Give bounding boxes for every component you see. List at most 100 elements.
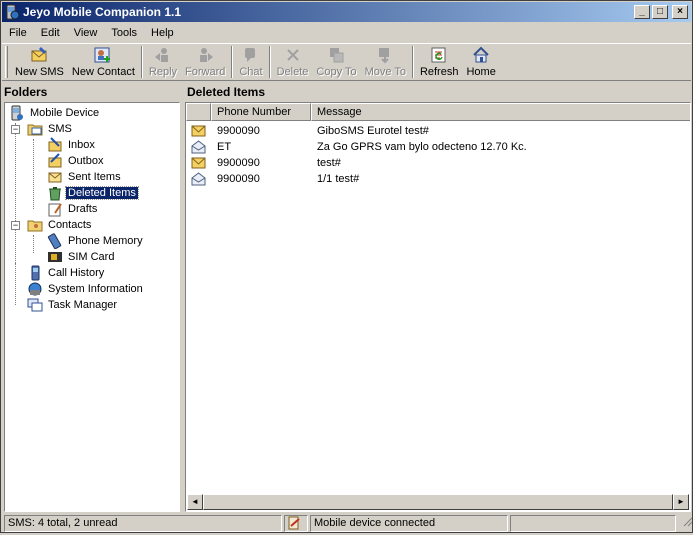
deleted-items-icon	[49, 187, 61, 201]
window-title: Jeyo Mobile Companion 1.1	[23, 5, 182, 19]
title-bar[interactable]: Jeyo Mobile Companion 1.1 _ □ ×	[2, 2, 691, 22]
close-button[interactable]: ×	[672, 5, 688, 19]
home-button[interactable]: Home	[462, 44, 499, 80]
tree-item-inbox[interactable]: Inbox	[47, 137, 97, 153]
tree-item-sent-items[interactable]: Sent Items	[47, 169, 123, 185]
resize-grip[interactable]	[678, 515, 693, 532]
toolbar-separator	[268, 46, 271, 78]
scroll-right-button[interactable]: ►	[673, 494, 689, 510]
connection-status: Mobile device connected	[310, 515, 508, 532]
reply-button[interactable]: Reply	[145, 44, 181, 80]
scroll-left-button[interactable]: ◄	[187, 494, 203, 510]
tree-line	[15, 263, 16, 305]
tree-item-sim-card[interactable]: SIM Card	[47, 249, 116, 265]
table-row[interactable]: 9900090 test#	[186, 154, 666, 171]
message-cell: GiboSMS Eurotel test#	[317, 124, 429, 137]
table-row[interactable]: 9900090 1/1 test#	[186, 170, 666, 187]
sms-collapse-toggle[interactable]: −	[11, 125, 20, 134]
tree-label: SMS	[48, 123, 72, 135]
table-row[interactable]: ET Za Go GPRS vam bylo odecteno 12.70 Kc…	[186, 138, 666, 155]
toolbar: New SMS New Contact Reply Forward Chat D…	[2, 43, 691, 81]
outbox-icon	[48, 153, 62, 168]
connection-icon	[288, 516, 300, 530]
tree-line	[33, 139, 34, 209]
mobile-device-icon	[11, 105, 23, 121]
tree-item-drafts[interactable]: Drafts	[47, 201, 99, 217]
menu-file[interactable]: File	[2, 27, 34, 39]
folders-header: Folders	[4, 85, 48, 99]
refresh-label: Refresh	[419, 66, 459, 78]
chat-label: Chat	[239, 66, 263, 78]
tree-item-sms[interactable]: SMS	[27, 121, 74, 137]
new-contact-label: New Contact	[71, 66, 135, 78]
move-to-icon	[379, 48, 390, 64]
new-sms-button[interactable]: New SMS	[11, 44, 68, 80]
chat-button[interactable]: Chat	[235, 44, 266, 80]
refresh-button[interactable]: Refresh	[416, 44, 463, 80]
scroll-thumb[interactable]	[203, 494, 673, 510]
status-panel-empty	[510, 515, 676, 532]
tree-label: Task Manager	[48, 299, 118, 311]
reply-icon	[154, 48, 168, 62]
horizontal-scrollbar[interactable]: ◄ ►	[187, 494, 689, 510]
tree-item-deleted-items[interactable]: Deleted Items	[47, 185, 139, 201]
forward-label: Forward	[185, 66, 226, 78]
new-contact-button[interactable]: New Contact	[68, 44, 139, 80]
table-row[interactable]: 9900090 GiboSMS Eurotel test#	[186, 122, 666, 139]
tree-item-outbox[interactable]: Outbox	[47, 153, 105, 169]
tree-label: Deleted Items	[65, 186, 139, 200]
tree-label: System Information	[48, 283, 143, 295]
message-list: Phone Number Message 9900090 GiboSMS Eur…	[185, 102, 691, 512]
read-message-icon	[191, 171, 206, 185]
move-to-button[interactable]: Move To	[361, 44, 410, 80]
tree-item-phone-memory[interactable]: Phone Memory	[47, 233, 145, 249]
sms-count-status: SMS: 4 total, 2 unread	[4, 515, 282, 532]
toolbar-separator	[411, 46, 414, 78]
unread-message-icon	[191, 125, 206, 136]
message-cell: Za Go GPRS vam bylo odecteno 12.70 Kc.	[317, 140, 527, 153]
delete-icon	[286, 49, 299, 61]
copy-to-button[interactable]: Copy To	[312, 44, 360, 80]
tree-item-mobile-device[interactable]: Mobile Device	[9, 105, 101, 121]
phone-number-cell: 9900090	[217, 124, 260, 137]
menu-view[interactable]: View	[67, 27, 105, 39]
tree-label: Mobile Device	[30, 107, 100, 119]
tree-item-system-information[interactable]: System Information	[27, 281, 145, 297]
phone-number-column-header[interactable]: Phone Number	[211, 103, 311, 121]
tree-label: Inbox	[68, 139, 95, 151]
tree-label: Call History	[48, 267, 105, 279]
home-label: Home	[466, 66, 496, 78]
move-to-label: Move To	[364, 66, 406, 78]
tree-item-task-manager[interactable]: Task Manager	[27, 297, 119, 313]
menu-tools[interactable]: Tools	[104, 27, 144, 39]
phone-number-cell: 9900090	[217, 172, 260, 185]
forward-button[interactable]: Forward	[181, 44, 229, 80]
tree-line	[33, 235, 34, 253]
delete-button[interactable]: Delete	[273, 44, 313, 80]
list-header-title: Deleted Items	[187, 85, 266, 99]
message-cell: test#	[317, 156, 341, 169]
message-cell: 1/1 test#	[317, 172, 360, 185]
system-information-icon	[28, 282, 42, 296]
phone-number-cell: 9900090	[217, 156, 260, 169]
menu-help[interactable]: Help	[144, 27, 181, 39]
task-manager-icon	[27, 298, 43, 312]
tree-label: Sent Items	[68, 171, 121, 183]
new-sms-icon	[31, 47, 47, 62]
minimize-button[interactable]: _	[634, 5, 650, 19]
contacts-collapse-toggle[interactable]: −	[11, 221, 20, 230]
menu-edit[interactable]: Edit	[34, 27, 67, 39]
resize-grip-icon	[683, 517, 693, 527]
refresh-icon	[431, 47, 446, 63]
tree-item-contacts[interactable]: Contacts	[27, 217, 93, 233]
toolbar-grip[interactable]	[5, 46, 8, 78]
new-contact-icon	[94, 47, 111, 63]
connection-status-icon-panel	[284, 515, 308, 532]
message-column-header[interactable]: Message	[311, 103, 690, 121]
sms-folder-icon	[27, 124, 43, 136]
tree-label: Contacts	[48, 219, 92, 231]
maximize-button[interactable]: □	[652, 5, 668, 19]
icon-column-header[interactable]	[186, 103, 211, 121]
tree-item-call-history[interactable]: Call History	[27, 265, 106, 281]
status-bar: SMS: 4 total, 2 unread Mobile device con…	[2, 514, 693, 532]
